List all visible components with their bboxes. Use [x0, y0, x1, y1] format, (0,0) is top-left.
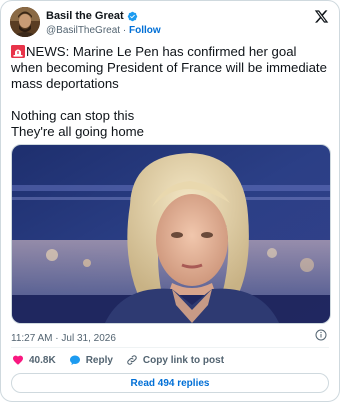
media-photo-image	[12, 145, 330, 323]
post-text-line-2: Nothing can stop this	[11, 108, 135, 123]
reply-button[interactable]: Reply	[69, 354, 113, 366]
name-row: Basil the Great	[46, 9, 138, 23]
info-icon[interactable]	[315, 329, 327, 341]
avatar-image	[10, 7, 40, 37]
link-icon	[127, 355, 137, 365]
copy-link-label: Copy link to post	[142, 354, 225, 366]
timestamp-row: 11:27 AM · Jul 31, 2026	[11, 328, 329, 344]
post-text: NEWS: Marine Le Pen has confirmed her go…	[11, 44, 329, 140]
copy-link-button[interactable]: Copy link to post	[126, 354, 224, 366]
handle-separator: ·	[122, 25, 127, 36]
post-text-line-3: They're all going home	[11, 124, 145, 139]
read-replies-button[interactable]: Read 494 replies	[11, 373, 329, 393]
handle-row: @BasilTheGreat · Follow	[46, 24, 161, 37]
follow-button[interactable]: Follow	[129, 25, 161, 36]
post-text-line-1: NEWS: Marine Le Pen has confirmed her go…	[11, 44, 329, 92]
post-timestamp[interactable]: 11:27 AM · Jul 31, 2026	[11, 333, 116, 344]
post-actions: 40.8K Reply Copy link to post	[12, 352, 237, 368]
embedded-post-card: Basil the Great @BasilTheGreat · Follow …	[0, 0, 340, 402]
post-header: Basil the Great @BasilTheGreat · Follow	[10, 7, 329, 41]
like-count: 40.8K	[29, 354, 56, 366]
siren-icon	[11, 45, 25, 58]
post-text-content-1: NEWS: Marine Le Pen has confirmed her go…	[11, 44, 327, 91]
heart-icon	[13, 355, 23, 365]
reply-bubble-icon	[69, 355, 80, 365]
like-button[interactable]: 40.8K	[12, 354, 56, 366]
display-name[interactable]: Basil the Great	[46, 9, 124, 23]
reply-label: Reply	[85, 354, 113, 366]
divider	[11, 347, 329, 348]
avatar[interactable]	[10, 7, 40, 37]
post-media-photo[interactable]	[11, 144, 331, 324]
verified-badge-icon	[127, 11, 137, 21]
x-logo-icon[interactable]	[314, 9, 329, 24]
handle[interactable]: @BasilTheGreat	[46, 25, 120, 36]
